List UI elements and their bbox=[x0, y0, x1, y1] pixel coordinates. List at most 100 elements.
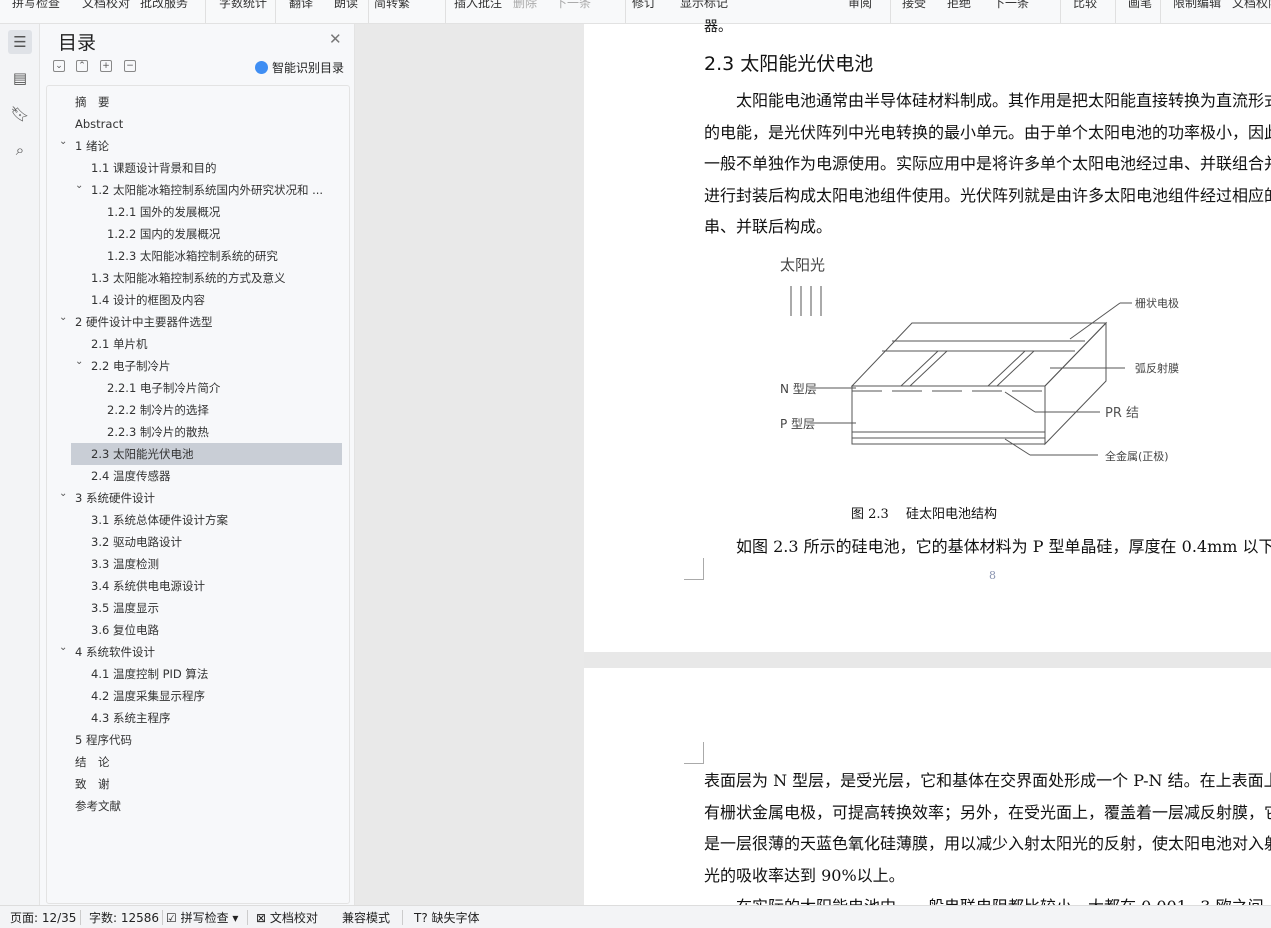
toc-item[interactable]: 1.2.3 太阳能冰箱控制系统的研究 bbox=[47, 245, 349, 267]
toc-item[interactable]: 1.3 太阳能冰箱控制系统的方式及意义 bbox=[47, 267, 349, 289]
page-corner-mark bbox=[684, 558, 704, 580]
toc-item[interactable]: ⌄ 4 系统软件设计 bbox=[47, 641, 349, 663]
toolbar-button[interactable]: 画笔 bbox=[1128, 0, 1152, 11]
toolbar-button[interactable]: 下一条 bbox=[555, 0, 591, 11]
search-icon[interactable]: ⌕ bbox=[8, 138, 32, 162]
toolbar-button[interactable]: 接受 bbox=[902, 0, 926, 11]
document-page[interactable]: 表面层为 N 型层，是受光层，它和基体在交界面处形成一个 P-N 结。在上表面上… bbox=[584, 668, 1271, 916]
toc-item[interactable]: ⌄ 1 绪论 bbox=[47, 135, 349, 157]
toc-icon[interactable]: ☰ bbox=[8, 30, 32, 54]
collapse-all-button[interactable]: − bbox=[124, 60, 136, 72]
text-line: 进行封装后构成太阳电池组件使用。光伏阵列就是由许多太阳电池组件经过相应的 bbox=[704, 185, 1271, 205]
toolbar-button[interactable]: 简转繁 bbox=[374, 0, 410, 11]
proofread-label: 文档校对 bbox=[269, 911, 318, 925]
toc-item[interactable]: 结 论 bbox=[47, 751, 349, 773]
toc-item-label: 1.3 太阳能冰箱控制系统的方式及意义 bbox=[91, 271, 286, 285]
toolbar-button[interactable]: 文档校对 bbox=[82, 0, 130, 11]
toc-item[interactable]: 摘 要 bbox=[47, 91, 349, 113]
toc-item[interactable]: Abstract bbox=[47, 113, 349, 135]
toolbar-button[interactable]: 文档权限 bbox=[1232, 0, 1271, 11]
chevron-down-icon[interactable]: ⌄ bbox=[59, 483, 67, 505]
toolbar-button[interactable]: 下一条 bbox=[993, 0, 1029, 11]
toolbar-button[interactable]: 插入批注 bbox=[454, 0, 502, 11]
toc-item[interactable]: 1.2.1 国外的发展概况 bbox=[47, 201, 349, 223]
chevron-down-icon[interactable]: ⌄ bbox=[59, 637, 67, 659]
toc-item[interactable]: 3.1 系统总体硬件设计方案 bbox=[47, 509, 349, 531]
toc-item[interactable]: 1.2.2 国内的发展概况 bbox=[47, 223, 349, 245]
label-sunlight: 太阳光 bbox=[780, 256, 825, 274]
toolbar-separator bbox=[275, 0, 276, 23]
navigation-icon[interactable]: ▤ bbox=[8, 66, 32, 90]
spell-check-button[interactable]: ☑ 拼写检查 ▾ bbox=[166, 909, 238, 926]
label-grid-electrode: 栅状电极 bbox=[1135, 296, 1179, 310]
solar-cell-figure: 太阳光 栅状电极 弧反射膜 N 型层 P 型层 PR 结 全金属(正极) bbox=[780, 256, 1179, 463]
chevron-down-icon[interactable]: ⌄ bbox=[59, 307, 67, 329]
page-number: 8 bbox=[989, 569, 996, 582]
missing-font-button[interactable]: T? 缺失字体 bbox=[414, 909, 480, 926]
toc-item[interactable]: ⌄ 2 硬件设计中主要器件选型 bbox=[47, 311, 349, 333]
toc-item[interactable]: 4.1 温度控制 PID 算法 bbox=[47, 663, 349, 685]
collapse-up-button[interactable]: ⌃ bbox=[76, 60, 88, 72]
document-page[interactable]: 器。 2.3 太阳能光伏电池 太阳能电池通常由半导体硅材料制成。其作用是把太阳能… bbox=[584, 19, 1271, 652]
toc-item-label: 2.2.1 电子制冷片简介 bbox=[107, 381, 221, 395]
toc-item[interactable]: 参考文献 bbox=[47, 795, 349, 817]
toolbar-separator bbox=[625, 0, 626, 23]
toolbar-button[interactable]: 显示标记 bbox=[680, 0, 728, 11]
toolbar-button[interactable]: 修订 bbox=[632, 0, 656, 11]
toc-item[interactable]: 2.3 太阳能光伏电池 bbox=[71, 443, 342, 465]
word-count[interactable]: 字数: 12586 bbox=[89, 909, 159, 926]
toc-item-label: Abstract bbox=[75, 117, 124, 131]
figure-caption: 图 2.3 硅太阳电池结构 bbox=[851, 507, 997, 522]
toc-item[interactable]: 3.2 驱动电路设计 bbox=[47, 531, 349, 553]
text-line: 器。 bbox=[704, 19, 732, 35]
toc-item-label: 3.2 驱动电路设计 bbox=[91, 535, 182, 549]
toc-panel: 目录 ✕ ⌄ ⌃ + − 智能识别目录 摘 要 Abstract ⌄ 1 绪论 1.1 … bbox=[40, 24, 355, 905]
chevron-down-icon[interactable]: ⌄ bbox=[59, 131, 67, 153]
bookmark-icon[interactable]: 🔖︎ bbox=[8, 102, 32, 126]
toc-item-label: 致 谢 bbox=[75, 777, 110, 791]
toolbar-button[interactable]: 拼写检查 bbox=[12, 0, 60, 11]
expand-all-button[interactable]: + bbox=[100, 60, 112, 72]
chevron-down-icon[interactable]: ⌄ bbox=[75, 351, 83, 373]
toc-item[interactable]: ⌄ 2.2 电子制冷片 bbox=[47, 355, 349, 377]
toolbar-button[interactable]: 朗读 bbox=[334, 0, 358, 11]
toc-item[interactable]: 2.2.2 制冷片的选择 bbox=[47, 399, 349, 421]
toc-item[interactable]: 3.4 系统供电电源设计 bbox=[47, 575, 349, 597]
toolbar-button[interactable]: 限制编辑 bbox=[1173, 0, 1221, 11]
toolbar-button[interactable]: 拒绝 bbox=[947, 0, 971, 11]
toc-item[interactable]: 1.4 设计的框图及内容 bbox=[47, 289, 349, 311]
toc-item[interactable]: 4.3 系统主程序 bbox=[47, 707, 349, 729]
proofread-button[interactable]: ⊠ 文档校对 bbox=[256, 909, 318, 926]
font-missing-icon: T? bbox=[414, 911, 428, 925]
toc-item-label: 2.1 单片机 bbox=[91, 337, 148, 351]
toc-item[interactable]: 1.1 课题设计背景和目的 bbox=[47, 157, 349, 179]
close-icon[interactable]: ✕ bbox=[329, 30, 342, 48]
toc-item[interactable]: 致 谢 bbox=[47, 773, 349, 795]
toolbar-separator bbox=[890, 0, 891, 23]
toc-item[interactable]: 2.2.3 制冷片的散热 bbox=[47, 421, 349, 443]
toolbar-button[interactable]: 比较 bbox=[1073, 0, 1097, 11]
label-p-layer: P 型层 bbox=[780, 417, 815, 431]
toc-item[interactable]: 3.3 温度检测 bbox=[47, 553, 349, 575]
toolbar-button[interactable]: 翻译 bbox=[289, 0, 313, 11]
toolbar-button[interactable]: 批改服务 bbox=[140, 0, 188, 11]
toc-item[interactable]: 5 程序代码 bbox=[47, 729, 349, 751]
toc-item[interactable]: 3.5 温度显示 bbox=[47, 597, 349, 619]
chevron-down-icon[interactable]: ⌄ bbox=[75, 175, 83, 197]
toc-item-label: 1.2.2 国内的发展概况 bbox=[107, 227, 221, 241]
toc-item[interactable]: ⌄ 3 系统硬件设计 bbox=[47, 487, 349, 509]
expand-down-button[interactable]: ⌄ bbox=[53, 60, 65, 72]
smart-toc-button[interactable]: 智能识别目录 bbox=[255, 59, 344, 76]
toc-item[interactable]: 2.2.1 电子制冷片简介 bbox=[47, 377, 349, 399]
toc-item[interactable]: ⌄ 1.2 太阳能冰箱控制系统国内外研究状况和 ... bbox=[47, 179, 349, 201]
compat-mode[interactable]: 兼容模式 bbox=[342, 909, 390, 926]
toolbar-button[interactable]: 审阅 bbox=[848, 0, 872, 11]
toc-item[interactable]: 3.6 复位电路 bbox=[47, 619, 349, 641]
toolbar-button[interactable]: 字数统计 bbox=[219, 0, 267, 11]
section-heading: 2.3 太阳能光伏电池 bbox=[704, 53, 874, 75]
toolbar-button[interactable]: 删除 bbox=[513, 0, 537, 11]
toc-item[interactable]: 4.2 温度采集显示程序 bbox=[47, 685, 349, 707]
toc-item[interactable]: 2.1 单片机 bbox=[47, 333, 349, 355]
page-indicator[interactable]: 页面: 12/35 bbox=[10, 909, 76, 926]
toc-item[interactable]: 2.4 温度传感器 bbox=[47, 465, 349, 487]
